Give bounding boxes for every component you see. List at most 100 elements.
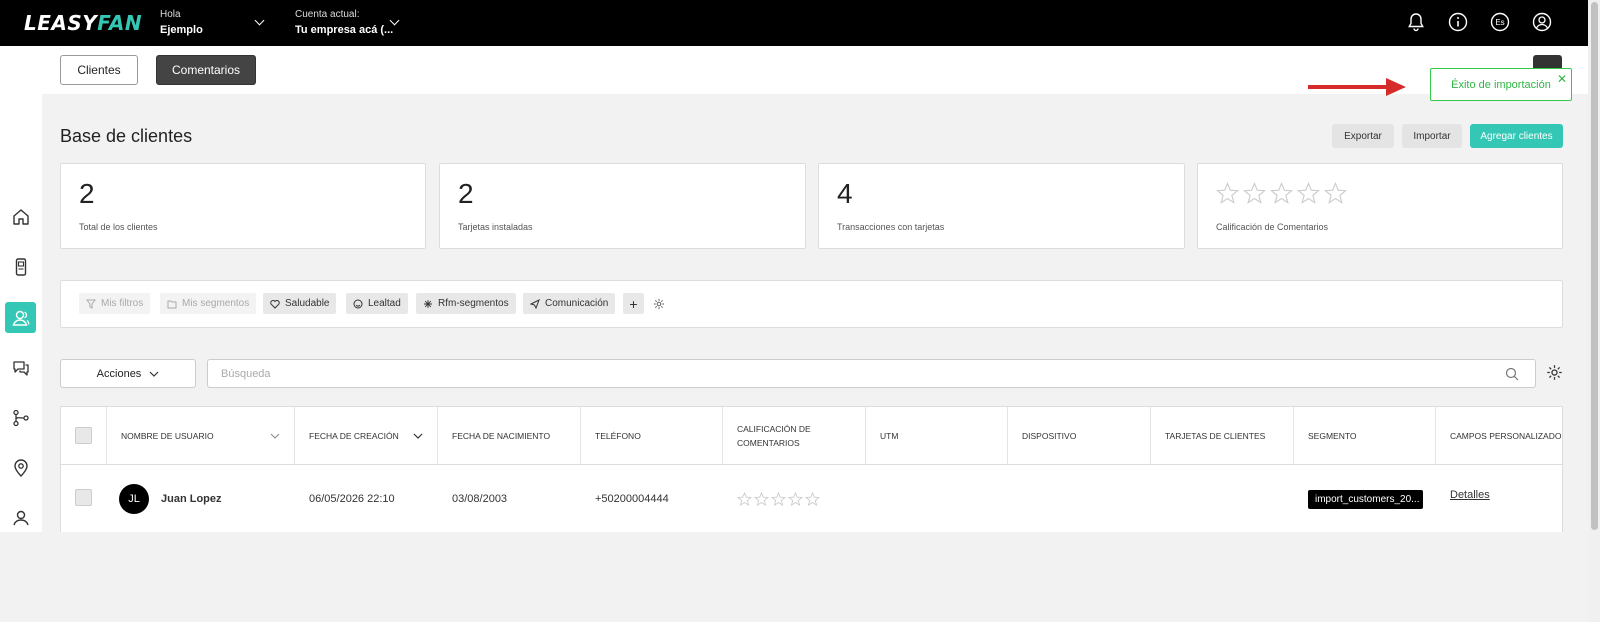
- language-code: Es: [1495, 17, 1505, 27]
- client-name[interactable]: Juan Lopez: [161, 493, 222, 505]
- rating-stars: [737, 492, 820, 506]
- bell-icon[interactable]: [1406, 11, 1426, 33]
- star-icon: [1324, 182, 1347, 204]
- red-arrow-annotation: [1308, 78, 1406, 96]
- star-icon: [771, 492, 786, 506]
- sidebar-item-profile[interactable]: [5, 502, 36, 533]
- search-input[interactable]: [221, 360, 1491, 387]
- header-label: Nombre de usuario: [121, 431, 214, 441]
- chevron-down-icon[interactable]: [254, 15, 265, 26]
- sidebar-item-clients[interactable]: [5, 302, 36, 333]
- column-header-cards[interactable]: Tarjetas de clientes: [1151, 407, 1294, 465]
- table-row[interactable]: JL Juan Lopez 06/05/2026 22:10 03/08/200…: [61, 465, 1562, 532]
- stat-value: 4: [837, 178, 853, 209]
- details-link[interactable]: Detalles: [1450, 489, 1490, 501]
- segment-badge[interactable]: import_customers_20...: [1308, 489, 1423, 509]
- export-button[interactable]: Exportar: [1332, 124, 1394, 148]
- my-filters-chip[interactable]: Mis filtros: [79, 293, 151, 314]
- top-bar: LEASYFAN Hola Ejemplo Cuenta actual: Tu …: [0, 0, 1588, 46]
- language-selector[interactable]: Es: [1490, 11, 1510, 33]
- star-icon: [1216, 182, 1239, 204]
- greeting-dropdown[interactable]: Hola Ejemplo: [160, 9, 203, 36]
- column-header-created[interactable]: Fecha de creación: [295, 407, 438, 465]
- add-clients-button[interactable]: Agregar clientes: [1470, 124, 1563, 148]
- sidebar-item-flows[interactable]: [5, 402, 36, 433]
- star-icon: [805, 492, 820, 506]
- column-header-custom-fields[interactable]: Campos personalizados: [1436, 407, 1563, 465]
- username-cell: JL Juan Lopez: [107, 465, 295, 532]
- user-icon: [12, 510, 29, 525]
- terminal-icon: [15, 257, 26, 276]
- stat-label: Total de los clientes: [79, 222, 158, 232]
- header-label: comentarios: [737, 438, 800, 448]
- tab-comments[interactable]: Comentarios: [156, 55, 256, 85]
- home-icon: [12, 208, 29, 225]
- chip-label: Mis segmentos: [182, 298, 250, 309]
- star-icon: [754, 492, 769, 506]
- healthy-chip[interactable]: Saludable: [263, 293, 337, 314]
- header-label: UTM: [880, 431, 899, 441]
- row-select-cell: [61, 465, 107, 532]
- header-label: Dispositivo: [1022, 431, 1077, 441]
- scrollbar-thumb[interactable]: [1591, 2, 1598, 530]
- avatar: JL: [119, 484, 149, 514]
- import-success-toast: Éxito de importación ✕: [1430, 68, 1572, 101]
- custom-fields-cell: Detalles: [1436, 465, 1562, 532]
- smile-icon: [353, 299, 363, 308]
- info-icon[interactable]: [1448, 11, 1468, 33]
- rfm-segments-chip[interactable]: Rfm-segmentos: [416, 293, 516, 314]
- column-header-rating[interactable]: Calificación de comentarios: [723, 407, 866, 465]
- chip-label: Mis filtros: [101, 298, 144, 309]
- user-account-icon[interactable]: [1532, 11, 1552, 33]
- loyalty-chip[interactable]: Lealtad: [346, 293, 408, 314]
- column-header-phone[interactable]: Teléfono: [581, 407, 723, 465]
- column-header-device[interactable]: Dispositivo: [1008, 407, 1151, 465]
- actions-label: Acciones: [96, 367, 142, 380]
- select-all-checkbox[interactable]: [75, 427, 92, 444]
- column-header-birth[interactable]: Fecha de nacimiento: [438, 407, 581, 465]
- sidebar-item-home[interactable]: [5, 201, 36, 232]
- account-dropdown[interactable]: Cuenta actual: Tu empresa acá (...: [295, 9, 393, 36]
- header-label: Calificación de: [737, 424, 811, 434]
- import-button[interactable]: Importar: [1402, 124, 1462, 148]
- header-label: Fecha de nacimiento: [452, 431, 551, 441]
- toast-message: Éxito de importación: [1451, 78, 1551, 91]
- header-label: Segmento: [1308, 431, 1357, 441]
- add-segment-button[interactable]: +: [623, 293, 644, 314]
- rating-cell: [723, 465, 866, 532]
- column-header-segment[interactable]: Segmento: [1294, 407, 1436, 465]
- page-title: Base de clientes: [60, 126, 193, 146]
- row-checkbox[interactable]: [75, 489, 92, 506]
- send-icon: [530, 298, 540, 309]
- chip-label: Comunicación: [545, 298, 609, 309]
- column-header-utm[interactable]: UTM: [866, 407, 1008, 465]
- header-label: Campos personalizados: [1450, 431, 1563, 441]
- location-pin-icon: [13, 458, 28, 477]
- stat-card-total-clients: 2 Total de los clientes: [60, 163, 426, 249]
- folder-icon: [167, 300, 177, 308]
- segment-settings-gear-icon[interactable]: [653, 297, 665, 315]
- my-segments-chip[interactable]: Mis segmentos: [160, 293, 257, 314]
- chip-label: Saludable: [285, 298, 330, 309]
- actions-dropdown[interactable]: Acciones: [60, 359, 196, 388]
- table-settings-gear-icon[interactable]: [1546, 364, 1563, 386]
- page-scrollbar[interactable]: [1588, 0, 1600, 622]
- users-icon: [12, 310, 30, 326]
- account-name: Tu empresa acá (...: [295, 24, 394, 36]
- leasyfan-logo[interactable]: LEASYFAN: [24, 11, 142, 35]
- stat-label: Transacciones con tarjetas: [837, 222, 945, 232]
- column-header-username[interactable]: Nombre de usuario: [107, 407, 295, 465]
- sidebar-item-device[interactable]: [5, 251, 36, 282]
- header-label: Teléfono: [595, 431, 641, 441]
- close-icon[interactable]: ✕: [1557, 72, 1567, 86]
- communication-chip[interactable]: Comunicación: [523, 293, 616, 314]
- search-bar: [207, 359, 1536, 388]
- tab-clients[interactable]: Clientes: [60, 55, 138, 85]
- sidebar-item-comments[interactable]: [5, 352, 36, 383]
- search-icon[interactable]: [1505, 367, 1519, 381]
- sparkle-icon: [424, 299, 432, 308]
- header-label: Tarjetas de clientes: [1165, 431, 1266, 441]
- sidebar-item-locations[interactable]: [5, 452, 36, 483]
- chip-label: Lealtad: [368, 298, 401, 309]
- stat-label: Tarjetas instaladas: [458, 222, 533, 232]
